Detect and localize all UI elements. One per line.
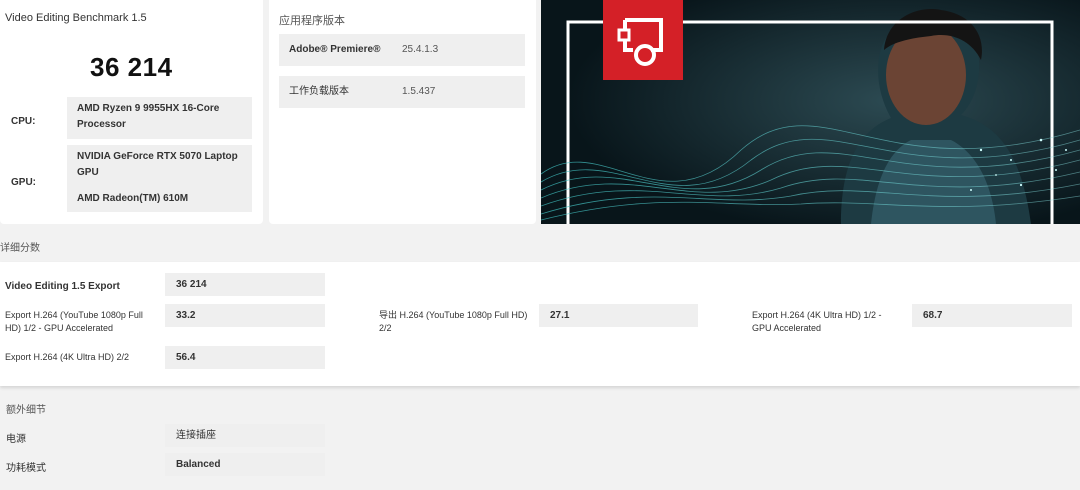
workload-name: 工作负载版本	[279, 76, 394, 108]
detail-scores-title: 详细分数	[0, 243, 40, 254]
power-label: 电源	[6, 434, 26, 445]
score-value-4k-2: 56.4	[165, 346, 325, 369]
power-mode-value: Balanced	[165, 453, 325, 476]
power-value: 连接插座	[165, 424, 325, 447]
app-version-card: 应用程序版本 Adobe® Premiere® Pro 25.4.1.3 工作负…	[269, 0, 536, 224]
workload-version-value: 1.5.437	[394, 76, 525, 108]
app-version-value: 25.4.1.3	[394, 34, 525, 66]
score-label-4k-gpu: Export H.264 (4K Ultra HD) 1/2 - GPU Acc…	[752, 310, 882, 333]
cpu-label: CPU:	[11, 116, 36, 127]
main-score-value: 36 214	[165, 273, 325, 296]
detail-scores-card: Video Editing 1.5 Export 36 214 Export H…	[0, 262, 1080, 386]
gpu-value-primary: NVIDIA GeForce RTX 5070 Laptop GPU	[77, 151, 238, 178]
score-label-4k-2: Export H.264 (4K Ultra HD) 2/2	[5, 352, 130, 362]
extra-details-title: 额外细节	[6, 405, 46, 416]
app-version-title: 应用程序版本	[279, 14, 345, 27]
score-label-1080p-2: 导出 H.264 (YouTube 1080p Full HD) 2/2	[379, 310, 528, 333]
app-name: Adobe® Premiere® Pro	[279, 34, 394, 87]
cpu-value: AMD Ryzen 9 9955HX 16-Core Processor	[67, 97, 252, 139]
hero-image	[541, 0, 1080, 224]
main-score-label: Video Editing 1.5 Export	[5, 281, 120, 292]
benchmark-card: Video Editing Benchmark 1.5 36 214 CPU: …	[0, 0, 263, 224]
overall-score: 36 214	[90, 52, 173, 82]
gpu-value-box: NVIDIA GeForce RTX 5070 Laptop GPU AMD R…	[67, 145, 252, 212]
benchmark-title: Video Editing Benchmark 1.5	[5, 12, 147, 24]
score-value-4k-gpu: 68.7	[912, 304, 1072, 327]
premiere-screen-logo-icon	[603, 0, 683, 80]
score-value-1080p-gpu: 33.2	[165, 304, 325, 327]
gpu-value-secondary: AMD Radeon(TM) 610M	[77, 193, 189, 204]
score-label-1080p-gpu: Export H.264 (YouTube 1080p Full HD) 1/2…	[5, 310, 143, 333]
gpu-label: GPU:	[11, 177, 36, 188]
power-mode-label: 功耗模式	[6, 463, 46, 474]
score-value-1080p-2: 27.1	[539, 304, 698, 327]
